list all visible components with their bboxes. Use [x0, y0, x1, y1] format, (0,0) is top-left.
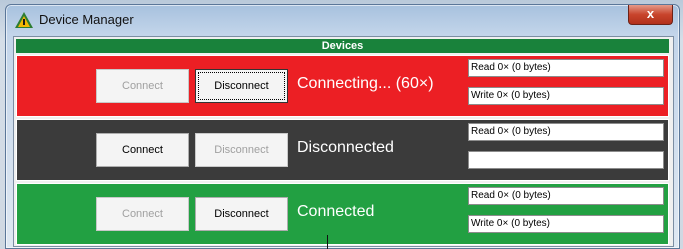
device-manager-window: Device Manager x Devices Connect Disconn…: [5, 4, 680, 249]
read-field[interactable]: Read 0× (0 bytes): [468, 59, 664, 77]
disconnect-button[interactable]: Disconnect: [195, 133, 288, 167]
write-field[interactable]: Write 0× (0 bytes): [468, 87, 664, 105]
devices-group-header: Devices: [16, 39, 669, 53]
device-panel-3: Connect Disconnect Connected Read 0× (0 …: [16, 183, 669, 245]
connect-button[interactable]: Connect: [96, 133, 189, 167]
read-field[interactable]: Read 0× (0 bytes): [468, 123, 664, 141]
write-field[interactable]: Write 0× (0 bytes): [468, 215, 664, 233]
connect-button[interactable]: Connect: [96, 197, 189, 231]
app-icon: [15, 12, 33, 28]
write-field[interactable]: [468, 151, 664, 169]
device-panel-2: Connect Disconnect Disconnected Read 0× …: [16, 119, 669, 181]
status-text: Connected: [297, 203, 375, 220]
status-text: Connecting... (60×): [297, 75, 434, 92]
connect-button[interactable]: Connect: [96, 69, 189, 103]
disconnect-button[interactable]: Disconnect: [195, 69, 288, 103]
device-panel-1: Connect Disconnect Connecting... (60×) R…: [16, 55, 669, 117]
status-text: Disconnected: [297, 139, 394, 156]
window-title: Device Manager: [39, 12, 134, 27]
close-button[interactable]: x: [628, 5, 673, 25]
text-cursor-icon: [327, 235, 328, 249]
client-area: Devices Connect Disconnect Connecting...…: [13, 36, 674, 247]
disconnect-button[interactable]: Disconnect: [195, 197, 288, 231]
title-bar[interactable]: Device Manager x: [6, 5, 679, 35]
read-field[interactable]: Read 0× (0 bytes): [468, 187, 664, 205]
